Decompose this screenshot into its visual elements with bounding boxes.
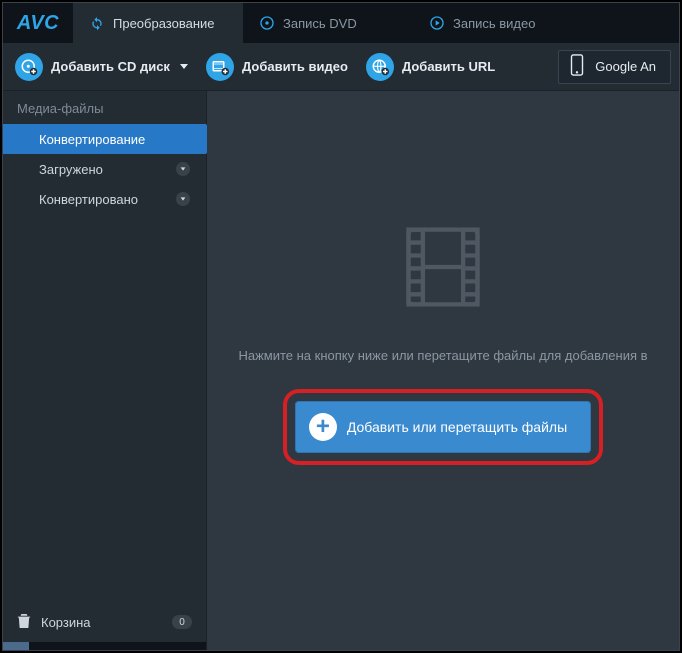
body: Медиа-файлы Конвертирование Загружено Ко… <box>3 91 679 650</box>
sidebar-item-label: Загружено <box>39 162 103 177</box>
button-label: Google An <box>595 59 656 74</box>
play-circle-icon <box>429 15 445 31</box>
film-plus-icon <box>206 53 234 81</box>
sidebar-item-label: Конвертирование <box>39 132 145 147</box>
refresh-icon <box>89 15 105 31</box>
tab-bar: AVC Преобразование Запись DVD Запись вид… <box>3 3 679 43</box>
button-label: Добавить или перетащить файлы <box>347 419 567 435</box>
tab-label: Преобразование <box>113 16 215 31</box>
button-label: Добавить URL <box>402 59 495 74</box>
plus-icon: + <box>309 413 337 441</box>
globe-plus-icon <box>366 53 394 81</box>
sidebar-item-label: Конвертировано <box>39 192 138 207</box>
add-area-highlight: + Добавить или перетащить файлы <box>283 389 603 465</box>
app-window: AVC Преобразование Запись DVD Запись вид… <box>2 2 680 651</box>
drop-hint: Нажмите на кнопку ниже или перетащите фа… <box>228 348 657 363</box>
trash-count: 0 <box>172 615 192 629</box>
device-select-button[interactable]: Google An <box>558 50 671 84</box>
sidebar-item-converting[interactable]: Конвертирование <box>3 124 206 154</box>
tab-record[interactable]: Запись видео <box>413 3 583 43</box>
tab-convert[interactable]: Преобразование <box>73 3 243 43</box>
disc-icon <box>259 15 275 31</box>
chevron-down-icon <box>180 64 188 69</box>
main-content: Нажмите на кнопку ниже или перетащите фа… <box>207 91 679 650</box>
sidebar: Медиа-файлы Конвертирование Загружено Ко… <box>3 91 207 650</box>
sidebar-title: Медиа-файлы <box>3 91 206 124</box>
add-url-button[interactable]: Добавить URL <box>366 53 495 81</box>
sidebar-item-downloaded[interactable]: Загружено <box>3 154 206 184</box>
phone-icon <box>569 54 585 79</box>
add-cd-button[interactable]: Добавить CD диск <box>15 53 188 81</box>
tab-label: Запись DVD <box>283 16 357 31</box>
add-files-button[interactable]: + Добавить или перетащить файлы <box>295 401 591 453</box>
trash-icon <box>17 613 31 632</box>
tab-label: Запись видео <box>453 16 535 31</box>
toolbar: Добавить CD диск Добавить видео Добавить… <box>3 43 679 91</box>
chevron-down-icon <box>176 162 190 176</box>
button-label: Добавить видео <box>242 59 348 74</box>
film-icon <box>397 221 489 318</box>
tab-dvd[interactable]: Запись DVD <box>243 3 413 43</box>
trash-label: Корзина <box>41 615 91 630</box>
trash-button[interactable]: Корзина 0 <box>3 602 206 642</box>
sidebar-item-converted[interactable]: Конвертировано <box>3 184 206 214</box>
logo: AVC <box>3 3 73 43</box>
add-video-button[interactable]: Добавить видео <box>206 53 348 81</box>
chevron-down-icon <box>176 192 190 206</box>
disc-plus-icon <box>15 53 43 81</box>
bottom-progress <box>3 642 206 650</box>
button-label: Добавить CD диск <box>51 59 170 74</box>
